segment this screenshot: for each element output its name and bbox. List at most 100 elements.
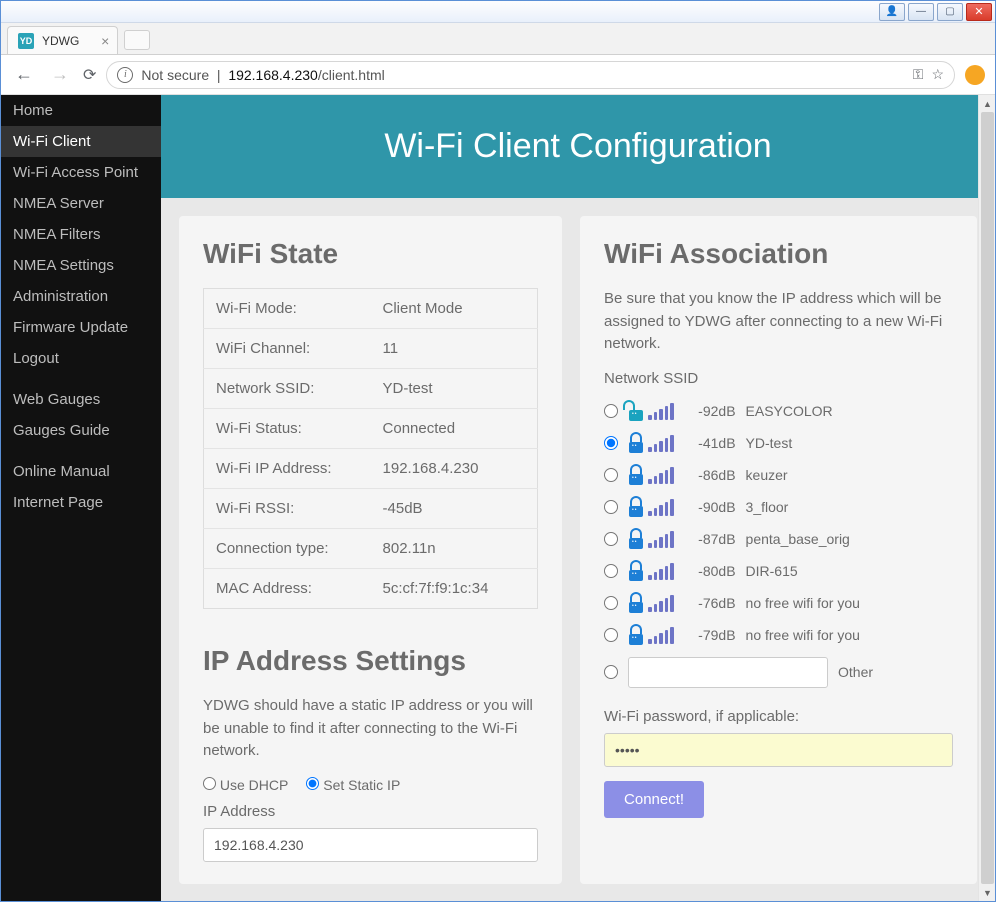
user-button[interactable]: 👤 <box>879 3 905 21</box>
minimize-button[interactable]: — <box>908 3 934 21</box>
scroll-up-icon[interactable]: ▲ <box>979 95 995 112</box>
signal-icon <box>648 594 674 612</box>
scroll-thumb[interactable] <box>981 112 994 884</box>
network-row[interactable]: ••-87dBpenta_base_orig <box>604 523 953 555</box>
sidebar-item-home[interactable]: Home <box>1 95 161 126</box>
table-row: Connection type:802.11n <box>204 529 538 569</box>
wifi-password-input[interactable] <box>604 733 953 767</box>
sidebar-item-internet-page[interactable]: Internet Page <box>1 487 161 518</box>
sidebar-item-online-manual[interactable]: Online Manual <box>1 456 161 487</box>
static-option[interactable]: Set Static IP <box>306 777 400 793</box>
tab-close-icon[interactable]: × <box>101 33 109 49</box>
close-button[interactable]: ✕ <box>966 3 992 21</box>
network-ssid: keuzer <box>746 467 788 483</box>
profile-avatar[interactable] <box>965 65 985 85</box>
table-row: MAC Address:5c:cf:7f:f9:1c:34 <box>204 569 538 609</box>
locked-icon: •• <box>628 561 644 581</box>
vertical-scrollbar[interactable]: ▲ ▼ <box>978 95 995 901</box>
forward-button[interactable]: → <box>47 64 73 85</box>
network-radio[interactable] <box>604 596 618 610</box>
locked-icon: •• <box>628 497 644 517</box>
network-rssi: -76dB <box>684 595 736 611</box>
viewport: HomeWi-Fi ClientWi-Fi Access PointNMEA S… <box>1 95 995 901</box>
ip-address-label: IP Address <box>203 803 538 820</box>
sidebar-item-gauges-guide[interactable]: Gauges Guide <box>1 415 161 446</box>
locked-icon: •• <box>628 625 644 645</box>
tab-bar: YD YDWG × <box>1 23 995 55</box>
sidebar-item-nmea-settings[interactable]: NMEA Settings <box>1 250 161 281</box>
sidebar-item-nmea-filters[interactable]: NMEA Filters <box>1 219 161 250</box>
network-ssid: no free wifi for you <box>746 595 860 611</box>
network-row[interactable]: ••-41dBYD-test <box>604 427 953 459</box>
address-bar: ← → ⟳ i Not secure | 192.168.4.230/clien… <box>1 55 995 95</box>
network-row[interactable]: ••-86dBkeuzer <box>604 459 953 491</box>
sidebar-item-administration[interactable]: Administration <box>1 281 161 312</box>
network-other-radio[interactable] <box>604 665 618 679</box>
state-value: 192.168.4.230 <box>371 449 538 489</box>
network-other-row[interactable]: Other <box>604 651 953 694</box>
network-row[interactable]: ••-92dBEASYCOLOR <box>604 395 953 427</box>
network-ssid: DIR-615 <box>746 563 798 579</box>
network-row[interactable]: •• -80dB DIR-615 <box>604 555 953 587</box>
network-rssi: -86dB <box>684 467 736 483</box>
network-radio[interactable] <box>604 532 618 546</box>
site-info-icon[interactable]: i <box>117 67 133 83</box>
signal-icon <box>648 466 674 484</box>
network-radio[interactable] <box>604 500 618 514</box>
sidebar-item-logout[interactable]: Logout <box>1 343 161 374</box>
state-value: Client Mode <box>371 289 538 329</box>
url-box[interactable]: i Not secure | 192.168.4.230/client.html… <box>106 61 955 89</box>
static-radio[interactable] <box>306 777 319 790</box>
maximize-button[interactable]: ▢ <box>937 3 963 21</box>
network-ssid: YD-test <box>746 435 793 451</box>
ip-address-input[interactable] <box>203 828 538 862</box>
state-label: Wi-Fi Status: <box>204 409 371 449</box>
signal-icon <box>648 434 674 452</box>
network-list: ••-92dBEASYCOLOR••-41dBYD-test •• -86dB keu… <box>604 395 953 651</box>
ip-settings-heading: IP Address Settings <box>203 645 538 677</box>
state-label: Wi-Fi RSSI: <box>204 489 371 529</box>
table-row: Wi-Fi Status:Connected <box>204 409 538 449</box>
network-radio[interactable] <box>604 468 618 482</box>
browser-tab[interactable]: YD YDWG × <box>7 26 118 54</box>
state-value: Connected <box>371 409 538 449</box>
sidebar-item-firmware-update[interactable]: Firmware Update <box>1 312 161 343</box>
locked-icon: •• <box>628 529 644 549</box>
dhcp-radio[interactable] <box>203 777 216 790</box>
saved-password-icon[interactable]: ⚿ <box>913 66 924 83</box>
network-radio[interactable] <box>604 404 618 418</box>
network-row[interactable]: ••-79dBno free wifi for you <box>604 619 953 651</box>
reload-button[interactable]: ⟳ <box>83 65 96 85</box>
page-title: Wi-Fi Client Configuration <box>161 95 995 198</box>
sidebar-item-nmea-server[interactable]: NMEA Server <box>1 188 161 219</box>
bookmark-icon[interactable]: ☆ <box>931 66 944 83</box>
connect-button[interactable]: Connect! <box>604 781 704 818</box>
sidebar: HomeWi-Fi ClientWi-Fi Access PointNMEA S… <box>1 95 161 901</box>
network-rssi: -80dB <box>684 563 736 579</box>
scroll-down-icon[interactable]: ▼ <box>979 884 995 901</box>
wifi-association-card: WiFi Association Be sure that you know t… <box>580 216 977 884</box>
wifi-state-heading: WiFi State <box>203 238 538 270</box>
wifi-association-heading: WiFi Association <box>604 238 953 270</box>
new-tab-button[interactable] <box>124 30 150 50</box>
state-value: 802.11n <box>371 529 538 569</box>
browser-window: 👤 — ▢ ✕ YD YDWG × ← → ⟳ i Not secure | 1… <box>0 0 996 902</box>
network-rssi: -90dB <box>684 499 736 515</box>
network-radio[interactable] <box>604 628 618 642</box>
sidebar-item-wi-fi-access-point[interactable]: Wi-Fi Access Point <box>1 157 161 188</box>
state-label: WiFi Channel: <box>204 329 371 369</box>
network-radio[interactable] <box>604 436 618 450</box>
network-row[interactable]: ••-76dBno free wifi for you <box>604 587 953 619</box>
state-label: Wi-Fi IP Address: <box>204 449 371 489</box>
wifi-state-table: Wi-Fi Mode:Client ModeWiFi Channel:11Net… <box>203 288 538 609</box>
sidebar-item-web-gauges[interactable]: Web Gauges <box>1 384 161 415</box>
back-button[interactable]: ← <box>11 64 37 85</box>
dhcp-option[interactable]: Use DHCP <box>203 777 288 793</box>
network-other-input[interactable] <box>628 657 828 688</box>
signal-icon <box>648 498 674 516</box>
network-row[interactable]: ••-90dB3_floor <box>604 491 953 523</box>
network-radio[interactable] <box>604 564 618 578</box>
sidebar-item-wi-fi-client[interactable]: Wi-Fi Client <box>1 126 161 157</box>
favicon-icon: YD <box>18 33 34 49</box>
table-row: WiFi Channel:11 <box>204 329 538 369</box>
